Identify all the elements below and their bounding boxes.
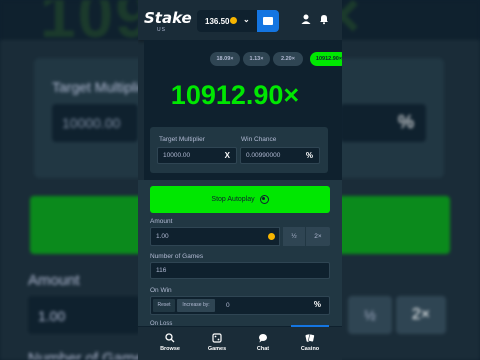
background-percent: % (398, 112, 415, 132)
double-amount-button[interactable]: 2× (306, 227, 330, 246)
background-double-button: 2× (396, 296, 446, 334)
on-win-control: Reset Increase by: 0 % (150, 296, 330, 315)
games-icon (212, 333, 222, 343)
reset-button[interactable]: Reset (153, 299, 175, 312)
chat-icon (259, 334, 267, 343)
coin-icon (230, 17, 237, 24)
history-pill-latest[interactable]: 10912.90× (310, 52, 342, 66)
percent-icon: % (313, 300, 321, 309)
target-multiplier-label: Target Multiplier (159, 136, 205, 143)
user-icon[interactable] (300, 13, 312, 25)
target-multiplier-input[interactable]: 10000.00 X (157, 147, 237, 164)
target-multiplier-value: 10000.00 (163, 152, 191, 159)
increase-by-button[interactable]: Increase by: (177, 299, 215, 312)
multiplier-x-icon: X (224, 151, 230, 160)
nav-casino[interactable]: Casino (287, 325, 333, 360)
stop-autoplay-button[interactable]: Stop Autoplay (150, 186, 330, 213)
percent-icon: % (305, 151, 313, 160)
result-multiplier: 10912.90× (170, 80, 300, 110)
spinner-icon (259, 194, 269, 204)
nav-label: Casino (300, 346, 320, 352)
win-chance-value: 0.00990000 (246, 152, 281, 159)
number-of-games-input[interactable]: 116 (150, 262, 330, 279)
win-chance-input[interactable]: 0.00990000 % (240, 147, 320, 164)
nav-label: Games (207, 346, 227, 352)
nav-browse[interactable]: Browse (147, 327, 193, 360)
nav-label: Chat (256, 346, 270, 352)
balance-value: 136.50 (205, 17, 230, 26)
number-of-games-label: Number of Games (150, 253, 204, 260)
chevron-down-icon: ⌄ (243, 15, 250, 24)
browse-icon (165, 333, 175, 343)
notification-icon[interactable] (318, 13, 330, 25)
balance-selector[interactable]: 136.50 ⌄ (197, 10, 257, 32)
stake-logo[interactable]: Stake (144, 9, 192, 27)
wallet-icon (263, 17, 273, 25)
background-games-label: Number of Games (28, 350, 151, 360)
wallet-button[interactable] (257, 10, 279, 32)
amount-row: 1.00 ½ 2× (150, 227, 330, 246)
amount-value: 1.00 (156, 233, 169, 240)
history-pill[interactable]: 2.20× (273, 52, 303, 66)
increase-by-value[interactable]: 0 (226, 302, 230, 309)
background-target-value: 10000.00 (62, 115, 121, 131)
casino-icon (305, 333, 315, 343)
phone-screen: Stake US 136.50 ⌄ 18.09× 1.13× 2.20× 109… (138, 0, 342, 360)
top-bar: Stake US 136.50 ⌄ (138, 0, 342, 40)
multiplier-panel: Target Multiplier 10000.00 X Win Chance … (150, 127, 328, 173)
win-chance-label: Win Chance (241, 136, 277, 143)
nav-label: Browse (160, 346, 180, 352)
nav-chat[interactable]: Chat (240, 327, 286, 360)
amount-label: Amount (150, 218, 173, 225)
amount-input[interactable]: 1.00 (150, 227, 280, 246)
bet-controls: Stop Autoplay Amount 1.00 ½ 2× Number of… (138, 180, 342, 328)
stop-autoplay-label: Stop Autoplay (211, 196, 255, 203)
bottom-nav: Browse Games Chat Casino (138, 325, 342, 360)
background-half-button: ½ (348, 296, 392, 334)
half-amount-button[interactable]: ½ (283, 227, 305, 246)
number-of-games-value: 116 (156, 267, 167, 274)
nav-games[interactable]: Games (194, 327, 240, 360)
on-win-label: On Win (150, 287, 172, 294)
coin-icon (268, 233, 275, 240)
background-target-label: Target Multiplier (52, 79, 151, 95)
logo-region: US (157, 27, 166, 33)
background-amount-value: 1.00 (38, 308, 66, 324)
game-area: 18.09× 1.13× 2.20× 10912.90× 10912.90× T… (144, 40, 342, 190)
background-amount-label: Amount (28, 272, 80, 289)
history-pill[interactable]: 1.13× (243, 52, 270, 66)
history-pill[interactable]: 18.09× (210, 52, 240, 66)
